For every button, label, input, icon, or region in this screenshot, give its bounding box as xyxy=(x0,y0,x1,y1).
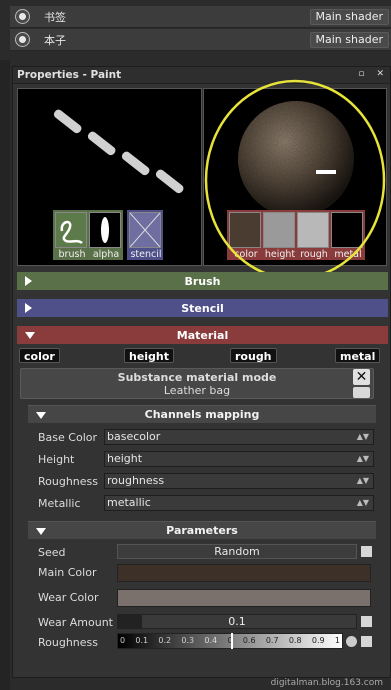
channels-mapping-header[interactable]: Channels mapping xyxy=(28,405,376,423)
base-color-label: Base Color xyxy=(38,431,98,444)
watermark: digitalman.blog.163.com xyxy=(270,678,383,688)
tick-label: 1 xyxy=(334,636,340,645)
roughness-param-label: Roughness xyxy=(38,636,99,649)
wear-amount-slider[interactable]: 0.1 xyxy=(117,614,357,629)
material-section-title: Material xyxy=(176,328,229,342)
panel-title: Properties - Paint xyxy=(17,69,122,81)
shader-button[interactable]: Main shader xyxy=(309,9,389,25)
select-arrows-icon: ▲▼ xyxy=(356,454,369,463)
left-dock-strip xyxy=(0,60,10,690)
main-color-label: Main Color xyxy=(38,566,97,579)
highlight-circle xyxy=(204,79,386,281)
wear-amount-value: 0.1 xyxy=(228,615,246,628)
collapse-icon xyxy=(36,412,46,419)
brush-section-title: Brush xyxy=(184,274,221,288)
expand-icon xyxy=(25,276,32,286)
brush-section[interactable]: Brush xyxy=(17,272,388,290)
channel-tag-color[interactable]: color xyxy=(19,348,60,363)
channel-tag-metal[interactable]: metal xyxy=(335,348,381,363)
roughness-value: roughness xyxy=(107,474,165,487)
roughness-ticks: 0 0.1 0.2 0.3 0.4 0 0.6 0.7 0.8 0.9 1 xyxy=(118,634,342,648)
channels-mapping-title: Channels mapping xyxy=(144,408,260,421)
stencil-section[interactable]: Stencil xyxy=(17,299,388,317)
tick-label: 0.3 xyxy=(181,636,195,645)
tick-label: 0 xyxy=(120,636,126,645)
edit-icon[interactable] xyxy=(360,615,373,628)
dropdown-arrows-icon[interactable] xyxy=(353,387,370,398)
tick-label: 0.6 xyxy=(242,636,256,645)
tick-label: 0.8 xyxy=(288,636,302,645)
tick-label: 0.1 xyxy=(135,636,149,645)
brush-thumb[interactable]: brush xyxy=(55,212,87,260)
tick-label: 0.7 xyxy=(265,636,279,645)
substance-mode-title: Substance material mode xyxy=(117,371,277,384)
metallic-value: metallic xyxy=(107,496,151,509)
stencil-thumb[interactable]: stencil xyxy=(129,212,162,260)
select-arrows-icon: ▲▼ xyxy=(356,476,369,485)
substance-material-value[interactable]: Leather bag xyxy=(21,384,373,397)
close-icon[interactable]: ✕ xyxy=(353,369,370,385)
visibility-radio[interactable] xyxy=(16,10,29,23)
collapse-icon xyxy=(25,332,35,339)
tick-label: 0.9 xyxy=(311,636,325,645)
collapse-icon xyxy=(36,528,46,535)
roughness-gradient-slider[interactable]: 0 0.1 0.2 0.3 0.4 0 0.6 0.7 0.8 0.9 1 xyxy=(117,633,343,649)
stencil-label: stencil xyxy=(130,249,162,260)
visibility-radio[interactable] xyxy=(16,33,29,46)
expand-icon xyxy=(25,303,32,313)
layer-row[interactable]: 本子 Main shader xyxy=(10,29,391,51)
shader-button[interactable]: Main shader xyxy=(309,32,389,48)
brush-label: brush xyxy=(58,249,86,260)
close-icon[interactable]: ✕ xyxy=(376,69,384,79)
stencil-thumbs: stencil xyxy=(127,210,163,260)
wear-amount-label: Wear Amount xyxy=(38,616,113,629)
roughness-select[interactable]: roughness ▲▼ xyxy=(104,473,374,489)
height-label: Height xyxy=(38,453,75,466)
base-color-value: basecolor xyxy=(107,430,161,443)
layer-name: 书签 xyxy=(44,10,66,24)
brush-stroke-preview xyxy=(53,109,184,194)
select-arrows-icon: ▲▼ xyxy=(356,432,369,441)
select-arrows-icon: ▲▼ xyxy=(356,498,369,507)
gradient-mode-icon[interactable] xyxy=(345,635,358,648)
tick-label: 0.4 xyxy=(204,636,218,645)
tick-label: 0.2 xyxy=(158,636,172,645)
roughness-map-label: Roughness xyxy=(38,475,99,488)
float-icon[interactable]: ▫ xyxy=(358,69,364,79)
substance-mode-box: Substance material mode Leather bag xyxy=(20,368,374,399)
edit-icon[interactable] xyxy=(360,635,373,648)
main-color-swatch[interactable] xyxy=(117,564,371,582)
random-seed-button[interactable]: Random xyxy=(117,544,357,559)
alpha-thumb[interactable]: alpha xyxy=(89,212,121,260)
height-select[interactable]: height ▲▼ xyxy=(104,451,374,467)
material-section[interactable]: Material xyxy=(17,326,388,344)
seed-label: Seed xyxy=(38,546,66,559)
metallic-select[interactable]: metallic ▲▼ xyxy=(104,495,374,511)
wear-color-label: Wear Color xyxy=(38,591,99,604)
channel-tag-height[interactable]: height xyxy=(124,348,175,363)
layer-row[interactable]: 书签 Main shader xyxy=(10,6,391,28)
stencil-section-title: Stencil xyxy=(181,301,224,315)
layer-name: 本子 xyxy=(44,33,66,47)
parameters-header[interactable]: Parameters xyxy=(28,521,376,539)
roughness-marker[interactable] xyxy=(231,633,233,649)
alpha-label: alpha xyxy=(92,249,120,260)
height-value: height xyxy=(107,452,143,465)
brush-thumbs: brush alpha xyxy=(53,210,123,260)
metallic-label: Metallic xyxy=(38,497,81,510)
edit-icon[interactable] xyxy=(360,545,373,558)
base-color-select[interactable]: basecolor ▲▼ xyxy=(104,429,374,445)
channel-tag-rough[interactable]: rough xyxy=(230,348,277,363)
parameters-title: Parameters xyxy=(166,524,238,537)
wear-color-swatch[interactable] xyxy=(117,589,371,607)
